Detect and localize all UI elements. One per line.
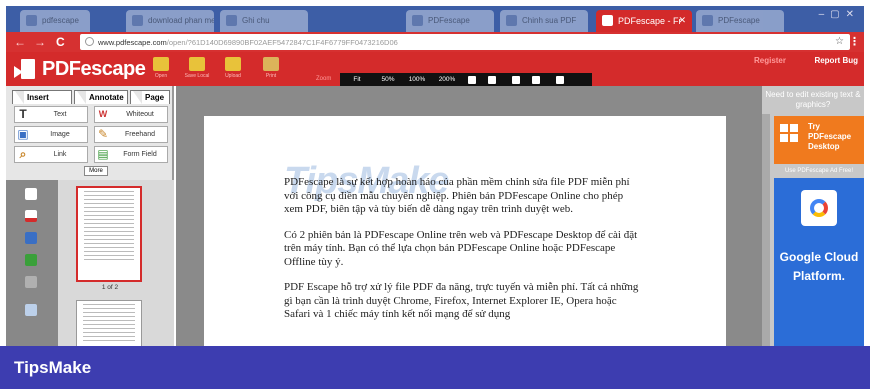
try-desktop-ad[interactable]: Try PDFescape Desktop xyxy=(774,116,864,164)
right-ad-panel: Need to edit existing text & graphics? T… xyxy=(762,86,864,346)
tab-favicon-icon xyxy=(506,15,517,26)
freehand-tool-button[interactable]: ✎ Freehand xyxy=(94,126,168,143)
text-tool-icon: T xyxy=(19,107,27,121)
link-tool-icon: ⌕ xyxy=(19,147,27,161)
pdfescape-logo-icon xyxy=(14,58,36,80)
link-tool-button[interactable]: ⌕ Link xyxy=(14,146,88,163)
whiteout-icon: W xyxy=(98,109,108,119)
folder-open-icon xyxy=(153,57,169,71)
tab-page[interactable]: Page xyxy=(130,90,170,104)
left-tools-panel: Insert Annotate Page T Text W Whiteout ▣… xyxy=(6,86,174,346)
browser-tab[interactable]: PDFescape xyxy=(696,10,784,32)
page-settings-icon[interactable] xyxy=(25,304,37,316)
tab-annotate[interactable]: Annotate xyxy=(74,90,128,104)
text-tool-button[interactable]: T Text xyxy=(14,106,88,123)
reload-icon[interactable]: C xyxy=(56,35,65,49)
pencil-icon: ✎ xyxy=(97,127,109,141)
zoom-200-button[interactable]: 200% xyxy=(432,76,462,83)
zoom-50-button[interactable]: 50% xyxy=(374,76,402,83)
browser-tab-strip: pdfescape download phan mem Ghi chu PDFe… xyxy=(6,6,864,32)
page-text: PDFescape là sự kết hợp hoàn hảo của phầ… xyxy=(284,176,644,334)
report-bug-link[interactable]: Report Bug xyxy=(814,56,858,65)
google-cloud-logo-icon xyxy=(801,190,837,226)
url-input[interactable]: www.pdfescape.com/open/?61D140D69890BF02… xyxy=(80,34,850,50)
register-link[interactable]: Register xyxy=(754,56,786,65)
zoom-100-button[interactable]: 100% xyxy=(402,76,432,83)
left-panel-tabs: Insert Annotate Page xyxy=(12,90,170,104)
page-actions-sidebar xyxy=(6,180,58,346)
save-disk-icon[interactable] xyxy=(25,232,37,244)
tab-favicon-icon xyxy=(226,15,237,26)
browser-tab-active[interactable]: PDFescape - Fr ✕ xyxy=(596,10,692,32)
page-info-icon[interactable] xyxy=(85,37,94,46)
document-viewport: TipsMake PDFescape là sự kết hợp hoàn hả… xyxy=(176,86,762,346)
browser-tab[interactable]: PDFescape xyxy=(406,10,494,32)
open-button[interactable]: Open xyxy=(146,57,176,81)
form-field-icon: ▤ xyxy=(97,147,109,161)
folder-save-icon xyxy=(189,57,205,71)
bottom-banner: TipsMake xyxy=(0,346,870,389)
paragraph: Có 2 phiên bản là PDFescape Online trên … xyxy=(284,228,638,268)
previous-page-icon[interactable] xyxy=(512,75,520,84)
settings-gear-icon[interactable] xyxy=(556,75,564,84)
image-tool-button[interactable]: ▣ Image xyxy=(14,126,88,143)
forward-arrow-icon[interactable]: → xyxy=(34,35,46,49)
window-controls[interactable]: –▢✕ xyxy=(819,9,860,20)
more-tools-button[interactable]: More xyxy=(84,166,108,176)
page-icon[interactable] xyxy=(25,188,37,200)
zoom-label: Zoom xyxy=(316,76,332,82)
document-scrollbar[interactable] xyxy=(762,114,770,346)
insert-tools-grid: T Text W Whiteout ▣ Image ✎ Freehand ⌕ L… xyxy=(14,106,172,166)
page-thumbnails: 1 of 2 xyxy=(58,180,174,346)
zoom-fit-button[interactable]: Fit xyxy=(340,76,374,83)
tab-favicon-icon xyxy=(412,15,423,26)
tab-favicon-icon xyxy=(132,15,143,26)
pdfescape-logo[interactable]: PDFescape xyxy=(14,56,146,82)
browser-tab[interactable]: Chinh sua PDF xyxy=(500,10,588,32)
bookmark-star-icon[interactable]: ☆ xyxy=(835,36,844,47)
page-thumbnail-1[interactable] xyxy=(76,186,142,282)
page-indicator: 1 of 2 xyxy=(101,284,119,291)
close-tab-icon[interactable]: ✕ xyxy=(678,15,686,26)
address-bar-row: ← → C www.pdfescape.com/open/?61D140D698… xyxy=(6,32,864,52)
ad-free-link[interactable]: Use PDFescape Ad Free! xyxy=(774,168,864,174)
save-local-button[interactable]: Save Local xyxy=(182,57,212,81)
banner-text: TipsMake xyxy=(14,358,92,377)
browser-tab[interactable]: pdfescape xyxy=(20,10,90,32)
browser-tab[interactable]: Ghi chu xyxy=(220,10,308,32)
google-cloud-ad[interactable]: Google Cloud Platform. xyxy=(774,178,864,346)
tab-favicon-icon xyxy=(702,15,713,26)
lock-icon[interactable] xyxy=(532,75,540,84)
print-icon xyxy=(263,57,279,71)
form-field-tool-button[interactable]: ▤ Form Field xyxy=(94,146,168,163)
pdf-page[interactable]: TipsMake PDFescape là sự kết hợp hoàn hả… xyxy=(204,116,726,346)
paragraph: PDFescape là sự kết hợp hoàn hảo của phầ… xyxy=(284,176,630,215)
back-arrow-icon[interactable]: ← xyxy=(14,35,26,49)
paragraph: PDF Escape hỗ trợ xử lý file PDF đa năng… xyxy=(284,281,639,320)
hand-pan-icon[interactable] xyxy=(488,75,496,84)
zoom-toolbar: Fit 50% 100% 200% xyxy=(340,73,592,86)
folder-upload-icon xyxy=(225,57,241,71)
app-header: PDFescape Open Save Local Upload Print Z… xyxy=(6,52,864,86)
windows-logo-icon xyxy=(780,124,798,142)
image-tool-icon: ▣ xyxy=(17,127,29,141)
tab-insert[interactable]: Insert xyxy=(12,90,72,104)
browser-menu-icon[interactable]: ⋮ xyxy=(849,35,860,48)
print-button[interactable]: Print xyxy=(256,57,286,81)
pdf-file-icon[interactable] xyxy=(25,210,37,222)
pdfescape-favicon-icon xyxy=(602,15,613,26)
green-action-icon[interactable] xyxy=(25,254,37,266)
page-thumbnail-2[interactable] xyxy=(76,300,142,346)
print-page-icon[interactable] xyxy=(25,276,37,288)
whiteout-tool-button[interactable]: W Whiteout xyxy=(94,106,168,123)
text-select-icon[interactable] xyxy=(468,75,476,84)
desktop-promo-heading: Need to edit existing text & graphics? xyxy=(765,90,861,109)
upload-button[interactable]: Upload xyxy=(218,57,248,81)
browser-tab[interactable]: download phan mem xyxy=(126,10,214,32)
tab-favicon-icon xyxy=(26,15,37,26)
